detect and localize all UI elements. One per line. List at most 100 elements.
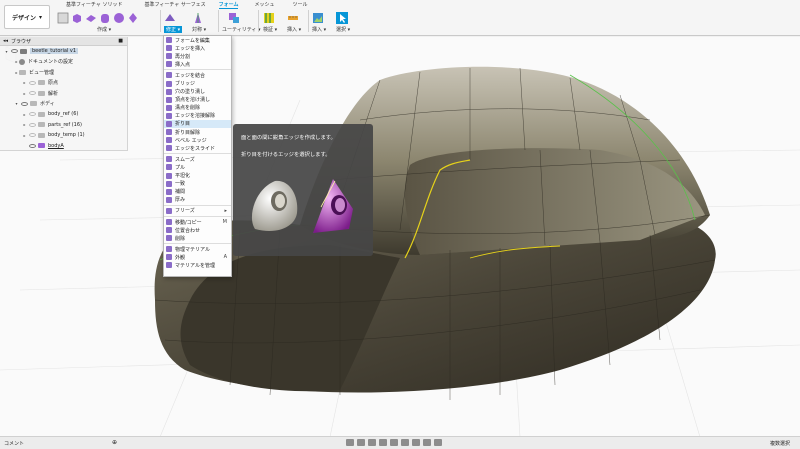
- menu-item[interactable]: 外観 A: [164, 253, 231, 261]
- zebra-analysis-icon[interactable]: [263, 12, 275, 24]
- caret-down-icon[interactable]: ▾: [4, 49, 9, 54]
- utility-menu-label[interactable]: ユーティリティ ▾: [222, 26, 261, 33]
- workspace-switcher[interactable]: デザイン ▾: [4, 5, 50, 29]
- menu-item[interactable]: 挿入点: [164, 60, 231, 68]
- menu-item[interactable]: 平坦化: [164, 172, 231, 180]
- menu-item[interactable]: フォームを編集: [164, 36, 231, 44]
- visibility-icon[interactable]: [29, 80, 36, 85]
- menu-item[interactable]: 移動/コピー M: [164, 218, 231, 226]
- tree-row-document-settings[interactable]: ▸ ドキュメントの設定: [0, 57, 127, 68]
- sphere-form-icon[interactable]: [113, 12, 125, 24]
- tab-solid[interactable]: 基準フィーチャ ソリッド: [66, 0, 122, 9]
- tree-row-root[interactable]: ▾ beetle_tutorial v1: [0, 46, 127, 57]
- menu-item[interactable]: 溝点を削除: [164, 104, 231, 112]
- menu-item[interactable]: 頂点を溶け潰し: [164, 96, 231, 104]
- caret-right-icon[interactable]: ▸: [22, 91, 27, 96]
- menu-item[interactable]: 削除: [164, 234, 231, 242]
- menu-item[interactable]: 厚み: [164, 196, 231, 204]
- menu-item[interactable]: フリーズ ▸: [164, 207, 231, 215]
- caret-down-icon[interactable]: ▾: [14, 101, 19, 106]
- menu-item[interactable]: エッジを挿入: [164, 44, 231, 52]
- zoom-window-icon[interactable]: [390, 439, 398, 446]
- tab-mesh[interactable]: メッシュ: [254, 0, 274, 9]
- status-bar: コメント ⊕ 複数選択: [0, 436, 800, 449]
- mirror-symmetry-icon[interactable]: [192, 12, 204, 24]
- tab-tools[interactable]: ツール: [292, 0, 307, 9]
- menu-item[interactable]: 位置合わせ: [164, 226, 231, 234]
- visibility-icon[interactable]: [29, 122, 36, 127]
- tree-row-body-temp[interactable]: ▸ body_temp (1): [0, 130, 127, 141]
- select-menu-label[interactable]: 選択 ▾: [336, 26, 350, 33]
- menu-item[interactable]: 補間: [164, 188, 231, 196]
- select-cursor-icon[interactable]: [336, 11, 348, 24]
- inspect-menu-label[interactable]: 検証 ▾: [263, 26, 277, 33]
- torus-form-icon[interactable]: [127, 12, 139, 24]
- visibility-icon[interactable]: [21, 101, 28, 106]
- tree-row-body-ref[interactable]: ▸ body_ref (6): [0, 109, 127, 120]
- menu-item[interactable]: エッジを結合: [164, 71, 231, 79]
- edit-form-icon[interactable]: [164, 12, 176, 24]
- pin-icon[interactable]: ■: [118, 38, 123, 44]
- symmetry-menu-label[interactable]: 対称 ▾: [192, 26, 206, 33]
- collapse-icon[interactable]: ◂◂: [3, 38, 8, 44]
- comments-toggle-icon[interactable]: ⊕: [112, 439, 117, 446]
- menu-item[interactable]: ベベル エッジ: [164, 136, 231, 144]
- navigation-toolbar: [346, 439, 442, 446]
- menu-item[interactable]: 再分割: [164, 52, 231, 60]
- tree-row-bodyA[interactable]: bodyA: [0, 141, 127, 152]
- visibility-icon[interactable]: [29, 91, 36, 96]
- caret-right-icon[interactable]: ▸: [22, 112, 27, 117]
- insert-image-icon[interactable]: [312, 12, 324, 24]
- pan-icon[interactable]: [368, 439, 376, 446]
- visibility-icon[interactable]: [29, 133, 36, 138]
- menu-item[interactable]: エッジを溶接解除: [164, 112, 231, 120]
- menu-item[interactable]: 一致: [164, 180, 231, 188]
- menu-item[interactable]: 穴の塗り潰し: [164, 88, 231, 96]
- tree-row-views[interactable]: ▸ ビュー管理: [0, 67, 127, 78]
- selection-mode-label[interactable]: 複数選択: [770, 440, 790, 447]
- caret-right-icon[interactable]: ▸: [22, 133, 27, 138]
- menu-item[interactable]: 折り目: [164, 119, 231, 129]
- look-at-icon[interactable]: [357, 439, 365, 446]
- menu-item[interactable]: エッジをスライド: [164, 144, 231, 152]
- create-menu-label[interactable]: 作成 ▾: [57, 26, 139, 33]
- tree-row-analysis[interactable]: ▸ 解析: [0, 88, 127, 99]
- visibility-icon[interactable]: [29, 112, 36, 117]
- assemble-group: 挿入 ▾: [287, 10, 301, 36]
- menu-item[interactable]: ブリッジ: [164, 79, 231, 87]
- tab-surface[interactable]: 基準フィーチャ サーフェス: [144, 0, 205, 9]
- menu-item[interactable]: プル: [164, 163, 231, 171]
- caret-right-icon[interactable]: ▸: [22, 122, 27, 127]
- menu-item[interactable]: 折り目解除: [164, 128, 231, 136]
- box-form-icon[interactable]: [71, 12, 83, 24]
- convert-icon[interactable]: [228, 12, 240, 24]
- browser-panel: ◂◂ ブラウザ ▾ beetle_tutorial v1 ▸ ドキュメントの設定…: [0, 37, 128, 151]
- zoom-icon[interactable]: [379, 439, 387, 446]
- tree-row-bodies[interactable]: ▾ ボディ: [0, 99, 127, 110]
- menu-item[interactable]: スムーズ: [164, 155, 231, 163]
- menu-item[interactable]: 物理マテリアル: [164, 245, 231, 253]
- comments-label[interactable]: コメント: [4, 440, 24, 447]
- tree-row-origin[interactable]: ▸ 原点: [0, 78, 127, 89]
- display-settings-icon[interactable]: [401, 439, 409, 446]
- menu-item-icon: [166, 61, 172, 68]
- cylinder-form-icon[interactable]: [99, 12, 111, 24]
- caret-right-icon[interactable]: ▸: [22, 80, 27, 85]
- menu-item[interactable]: マテリアルを管理: [164, 261, 231, 269]
- menu-item-icon: [166, 53, 172, 60]
- tree-row-parts-ref[interactable]: ▸ parts_ref (16): [0, 120, 127, 131]
- form-display-icon[interactable]: [434, 439, 442, 446]
- insert-menu-label[interactable]: 挿入 ▾: [312, 26, 326, 33]
- select-label: 選択: [336, 27, 347, 33]
- orbit-icon[interactable]: [346, 439, 354, 446]
- visibility-icon[interactable]: [11, 49, 18, 54]
- visibility-icon[interactable]: [29, 143, 36, 148]
- measure-icon[interactable]: [287, 12, 299, 24]
- plane-form-icon[interactable]: [85, 12, 97, 24]
- modify-menu-label[interactable]: 修正 ▾: [164, 26, 183, 33]
- viewports-icon[interactable]: [423, 439, 431, 446]
- assemble-menu-label[interactable]: 挿入 ▾: [287, 26, 301, 33]
- tab-form[interactable]: フォーム: [218, 0, 239, 9]
- new-component-icon[interactable]: [57, 12, 69, 24]
- grid-settings-icon[interactable]: [412, 439, 420, 446]
